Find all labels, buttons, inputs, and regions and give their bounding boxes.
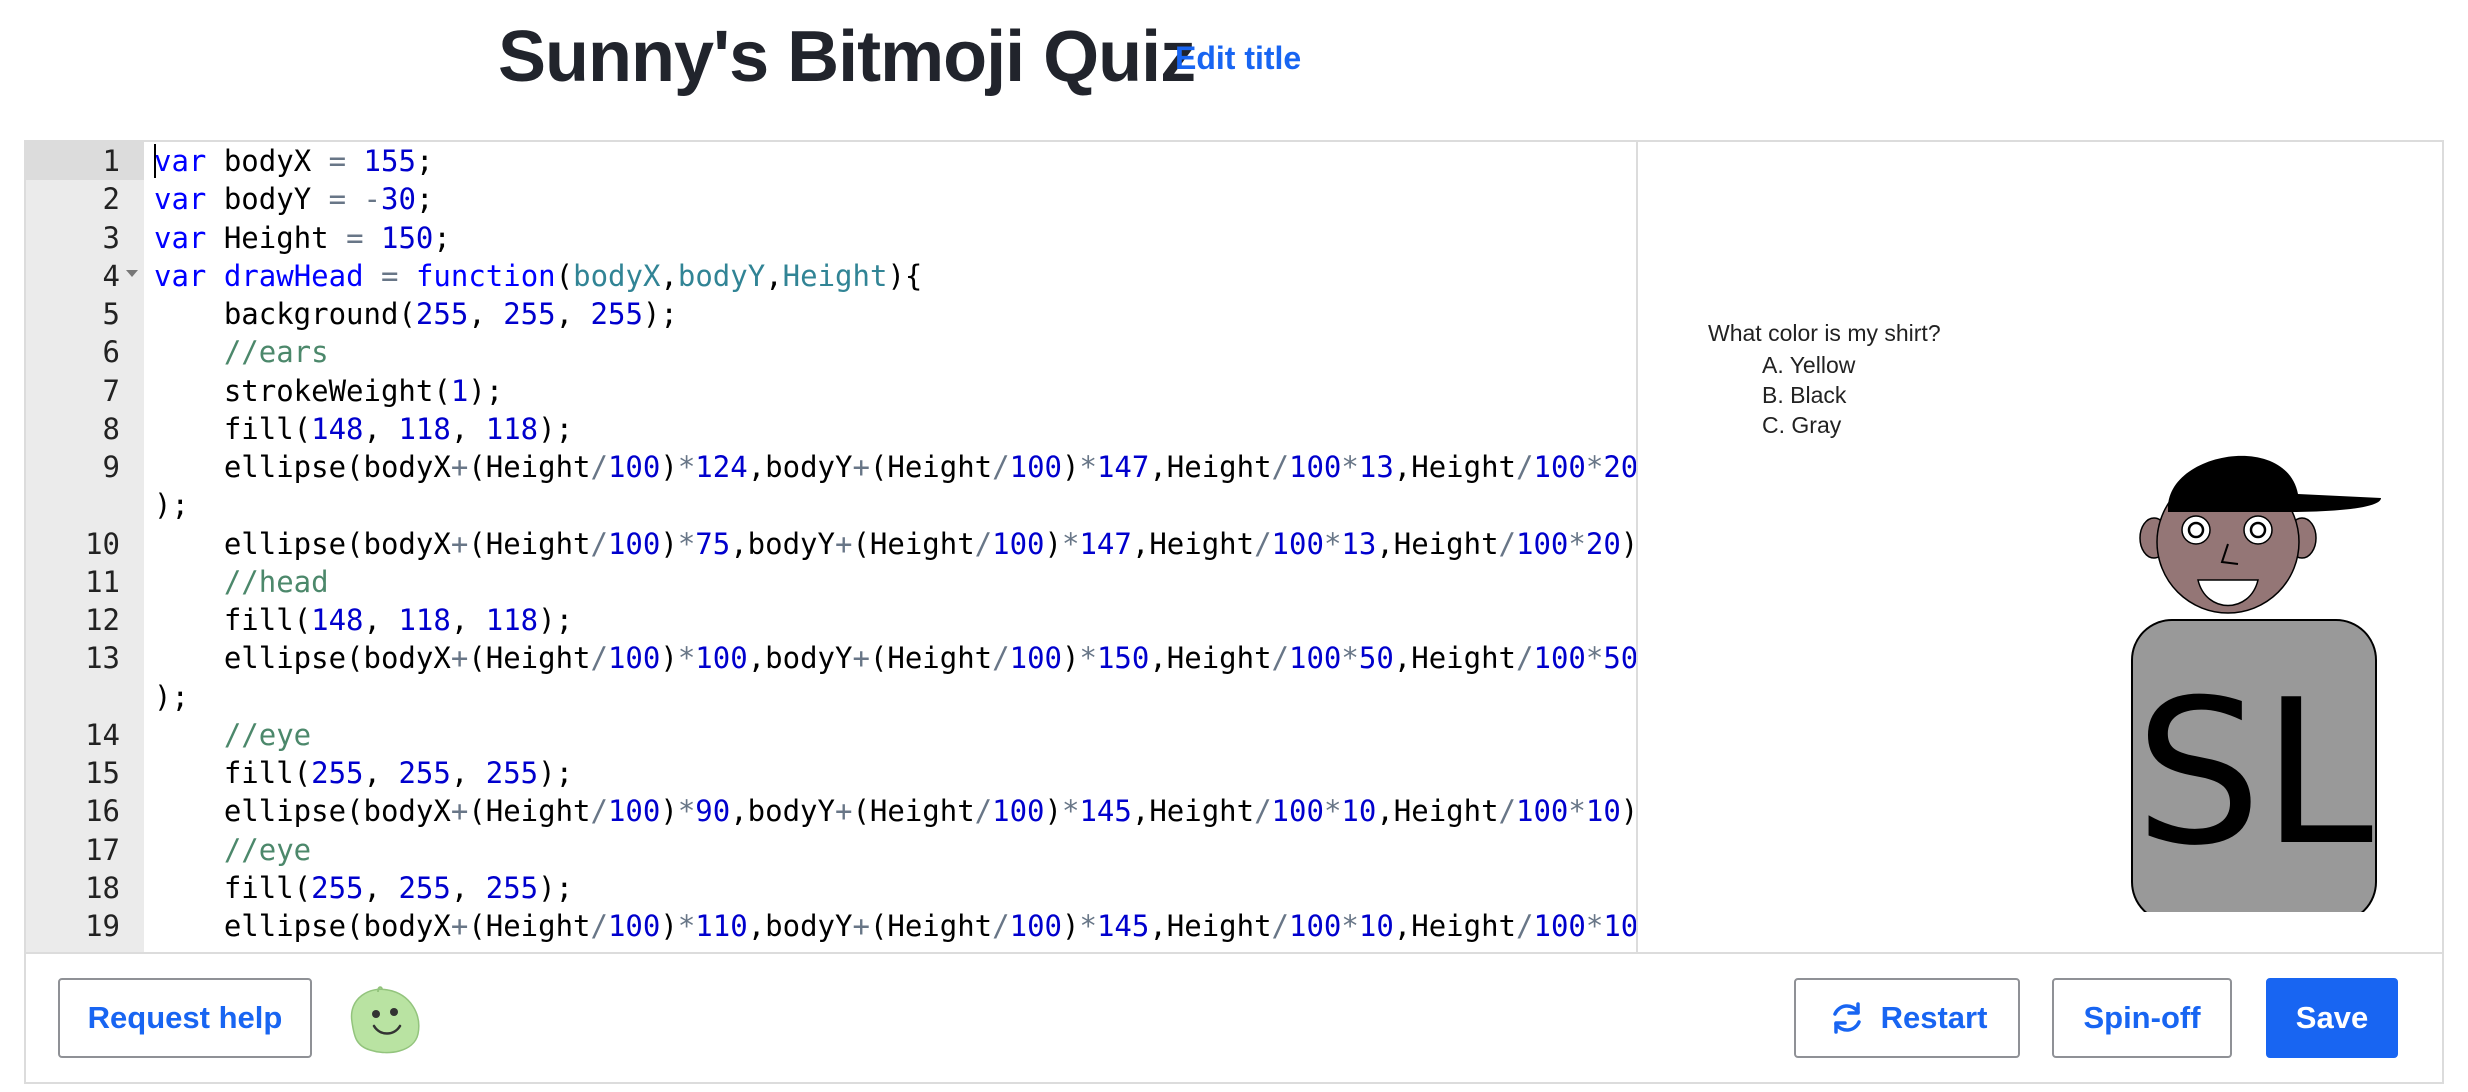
fold-arrow-icon[interactable]	[126, 269, 138, 277]
code-line[interactable]: 17 //eye	[26, 831, 1636, 869]
program-frame: 1 var bodyX = 155; 2 var bodyY = -30; 3 var H…	[24, 140, 2444, 1084]
code-text: //eye	[223, 832, 312, 867]
quiz-option-a: A. Yellow	[1762, 352, 1856, 378]
line-number: 12	[85, 603, 120, 637]
code-line-wrap[interactable]: );	[26, 678, 1636, 716]
code-text: ellipse(bodyX+(Height/100)*90,bodyY+(Hei…	[154, 794, 1636, 829]
avatar	[350, 986, 420, 1054]
save-button[interactable]: Save	[2266, 978, 2398, 1058]
line-number: 1	[102, 144, 120, 178]
code-line[interactable]: 13 ellipse(bodyX+(Height/100)*100,bodyY+…	[26, 639, 1636, 677]
code-line[interactable]: 1 var bodyX = 155;	[26, 142, 1636, 180]
output-canvas[interactable]: What color is my shirt? A. Yellow B. Bla…	[1638, 142, 2442, 952]
quiz-question: What color is my shirt?	[1708, 320, 1941, 346]
left-pupil	[2187, 521, 2205, 539]
line-number: 13	[85, 641, 120, 676]
code-line[interactable]: 11 //head	[26, 563, 1636, 601]
line-number: 3	[102, 220, 120, 255]
code-text: strokeWeight(1);	[154, 373, 504, 408]
line-number: 2	[102, 182, 120, 217]
quiz-option-b: B. Black	[1762, 382, 1847, 408]
code-text: //head	[223, 564, 329, 599]
code-text: var drawHead = function(bodyX,bodyY,Heig…	[154, 258, 923, 293]
code-line[interactable]: 12 fill(148, 118, 118);	[26, 601, 1636, 639]
code-text: );	[154, 679, 189, 714]
code-line-wrap[interactable]: );	[26, 486, 1636, 524]
code-line[interactable]: 2 var bodyY = -30;	[26, 180, 1636, 218]
code-line[interactable]: 15 fill(255, 255, 255);	[26, 754, 1636, 792]
code-text: var Height = 150;	[154, 220, 451, 255]
code-text: ellipse(bodyX+(Height/100)*110,bodyY+(He…	[154, 909, 1636, 943]
page-header: Sunny's Bitmoji Quiz Edit title	[0, 0, 2468, 120]
right-pupil	[2249, 521, 2267, 539]
restart-icon	[1832, 1002, 1861, 1034]
request-help-button[interactable]: Request help	[58, 978, 312, 1058]
quiz-option-c: C. Gray	[1762, 412, 1842, 438]
code-text: fill(255, 255, 255);	[154, 870, 574, 905]
code-text: fill(148, 118, 118);	[154, 411, 574, 446]
code-line[interactable]: 4 var drawHead = function(bodyX,bodyY,Hei…	[26, 257, 1636, 295]
line-number: 14	[85, 717, 120, 752]
line-number: 5	[102, 297, 120, 331]
code-line[interactable]: 14 //eye	[26, 716, 1636, 754]
line-number: 10	[85, 526, 120, 561]
line-number: 15	[85, 756, 120, 790]
restart-button[interactable]: Restart	[1794, 978, 2020, 1058]
code-line[interactable]: 8 fill(148, 118, 118);	[26, 410, 1636, 448]
line-number: 18	[85, 870, 120, 905]
edit-title-link[interactable]: Edit title	[1175, 36, 1301, 80]
restart-label: Restart	[1880, 1000, 1988, 1035]
bitmoji-drawing: SL	[2131, 455, 2381, 912]
line-number: 7	[102, 373, 120, 408]
code-text: var bodyX = 155;	[154, 144, 434, 178]
cap	[2168, 455, 2381, 512]
shirt-text: SL	[2135, 657, 2373, 890]
code-line[interactable]: 5 background(255, 255, 255);	[26, 295, 1636, 333]
code-line[interactable]: 6 //ears	[26, 333, 1636, 371]
code-text: //eye	[223, 717, 312, 752]
code-text: );	[154, 488, 189, 523]
code-line[interactable]: 19 ellipse(bodyX+(Height/100)*110,bodyY+…	[26, 907, 1636, 945]
code-text: ellipse(bodyX+(Height/100)*75,bodyY+(Hei…	[154, 526, 1636, 561]
code-text: ellipse(bodyX+(Height/100)*124,bodyY+(He…	[154, 450, 1636, 484]
code-text: fill(255, 255, 255);	[154, 756, 574, 790]
code-line[interactable]: 16 ellipse(bodyX+(Height/100)*90,bodyY+(…	[26, 792, 1636, 830]
code-line[interactable]: 9 ellipse(bodyX+(Height/100)*124,bodyY+(…	[26, 448, 1636, 486]
spin-off-button[interactable]: Spin-off	[2052, 978, 2232, 1058]
code-text: //ears	[223, 335, 329, 370]
text-cursor	[154, 144, 156, 178]
code-line[interactable]: 3 var Height = 150;	[26, 219, 1636, 257]
line-number: 4	[102, 258, 120, 293]
code-text: var bodyY = -30;	[154, 182, 434, 217]
line-number: 6	[102, 335, 120, 370]
line-number: 9	[102, 450, 120, 484]
line-number: 19	[85, 909, 120, 943]
code-text: fill(148, 118, 118);	[154, 603, 574, 637]
line-number: 16	[85, 794, 120, 829]
line-number: 8	[102, 411, 120, 446]
code-line[interactable]: 10 ellipse(bodyX+(Height/100)*75,bodyY+(…	[26, 525, 1636, 563]
code-text: background(255, 255, 255);	[154, 297, 678, 331]
footer-toolbar: Request help Restart Spin-off Save	[26, 954, 2442, 1082]
code-editor[interactable]: 1 var bodyX = 155; 2 var bodyY = -30; 3 var H…	[26, 142, 1636, 952]
line-number: 17	[85, 832, 120, 867]
code-line[interactable]: 7 strokeWeight(1);	[26, 372, 1636, 410]
line-number: 11	[85, 564, 120, 599]
code-text: ellipse(bodyX+(Height/100)*100,bodyY+(He…	[154, 641, 1636, 676]
page-title: Sunny's Bitmoji Quiz	[498, 17, 1196, 97]
code-line[interactable]: 18 fill(255, 255, 255);	[26, 869, 1636, 907]
